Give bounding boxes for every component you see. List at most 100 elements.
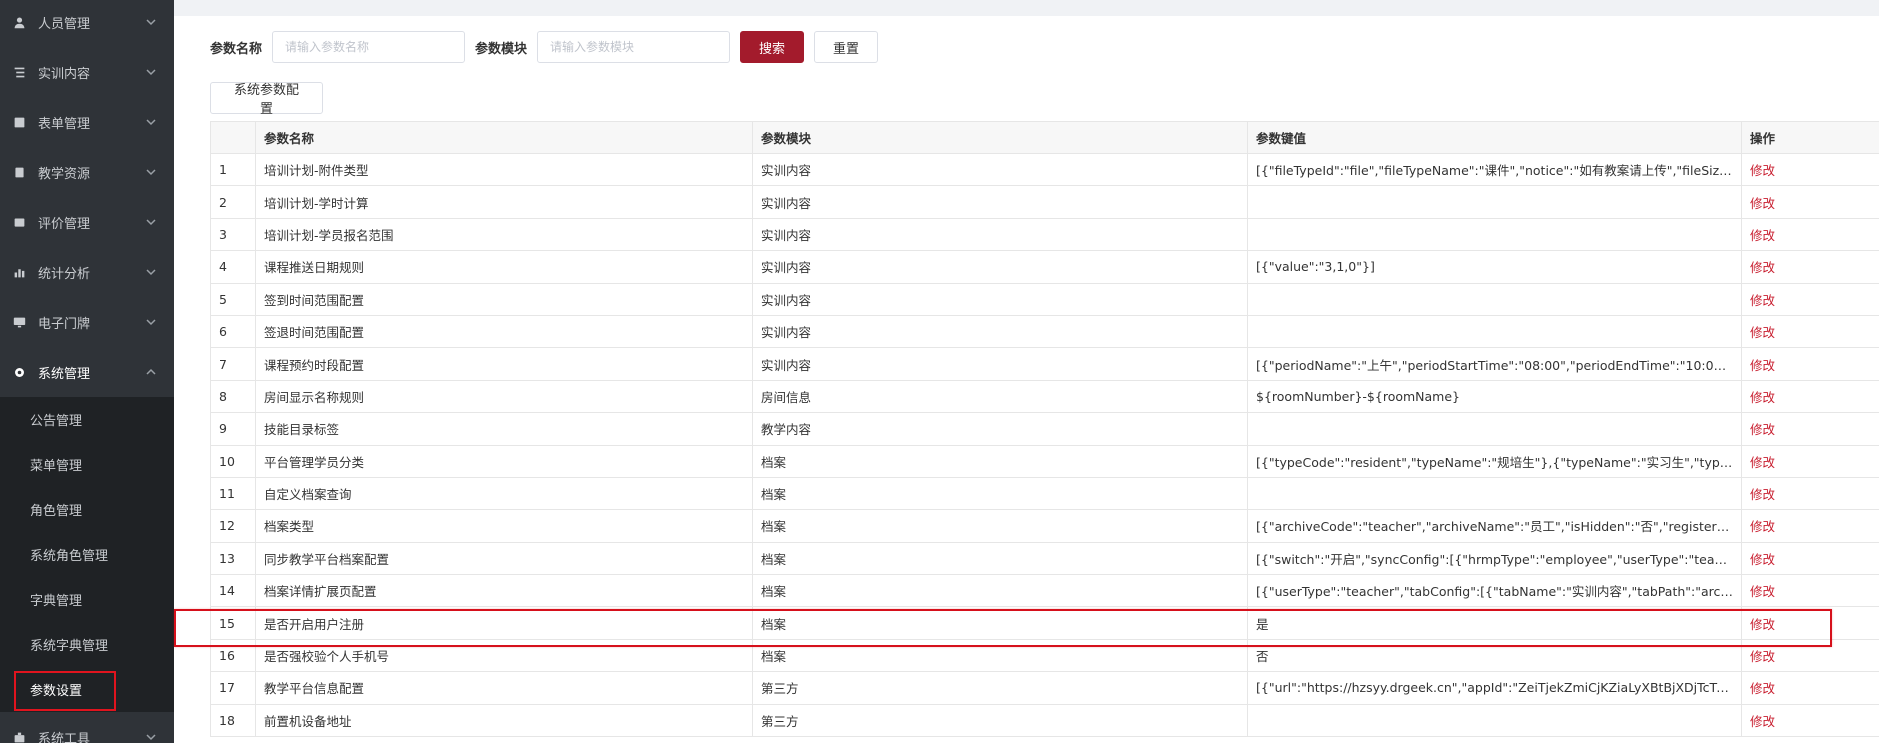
cell-index: 17 <box>210 671 256 705</box>
system-param-config-button[interactable]: 系统参数配置 <box>210 82 323 117</box>
cell-param-name: 档案类型 <box>255 509 753 543</box>
cell-index: 18 <box>210 703 256 738</box>
user-icon <box>12 15 26 29</box>
table-row: 16 是否强校验个人手机号 档案否修改 <box>210 638 1879 673</box>
cell-index: 1 <box>210 152 256 187</box>
submenu-item-label: 系统字典管理 <box>30 639 109 654</box>
sidebar-item-personnel[interactable]: 人员管理 <box>0 0 174 47</box>
submenu-item-menu[interactable]: 菜单管理 <box>0 442 174 487</box>
cell-param-value: [{"switch":"开启","syncConfig":[{"hrmpType… <box>1247 541 1742 576</box>
sidebar-item-system[interactable]: 系统管理 <box>0 347 174 397</box>
edit-link[interactable]: 修改 <box>1750 714 1775 729</box>
cell-param-name: 技能目录标签 <box>255 412 753 446</box>
cell-index: 15 <box>210 606 256 640</box>
table-header-row: 参数名称 参数模块 参数键值 操作 <box>210 121 1879 154</box>
table-row: 5 签到时间范围配置 实训内容 修改 <box>210 282 1879 316</box>
edit-link[interactable]: 修改 <box>1750 649 1775 664</box>
edit-link[interactable]: 修改 <box>1750 422 1775 437</box>
cell-index: 9 <box>210 412 256 446</box>
chevron-down-icon <box>146 16 156 26</box>
cell-param-name: 课程预约时段配置 <box>255 347 753 381</box>
sidebar-item-tools[interactable]: 系统工具 <box>0 712 174 743</box>
cell-operation: 修改 <box>1741 152 1879 187</box>
cell-operation: 修改 <box>1741 217 1879 252</box>
form-icon <box>12 115 26 129</box>
sidebar-item-forms[interactable]: 表单管理 <box>0 97 174 147</box>
edit-link[interactable]: 修改 <box>1750 196 1775 211</box>
submenu-item-dictionary[interactable]: 字典管理 <box>0 577 174 622</box>
edit-link[interactable]: 修改 <box>1750 617 1775 632</box>
sidebar-item-label: 教学资源 <box>38 166 91 182</box>
cell-operation: 修改 <box>1741 476 1879 511</box>
submenu-item-parameter-settings[interactable]: 参数设置 <box>0 667 174 712</box>
cell-index: 12 <box>210 509 256 543</box>
header-param-name: 参数名称 <box>255 121 753 154</box>
monitor-icon <box>12 315 26 329</box>
sidebar-item-resources[interactable]: 教学资源 <box>0 147 174 197</box>
cell-operation: 修改 <box>1741 509 1879 543</box>
cell-param-value: [{"url":"https://hzsyy.drgeek.cn","appId… <box>1247 671 1742 705</box>
cell-param-name: 签到时间范围配置 <box>255 282 753 316</box>
edit-link[interactable]: 修改 <box>1750 163 1775 178</box>
table-row: 6 签退时间范围配置 实训内容 修改 <box>210 314 1879 349</box>
cell-param-module: 档案 <box>752 638 1248 673</box>
cell-param-module: 档案 <box>752 574 1248 608</box>
edit-link[interactable]: 修改 <box>1750 228 1775 243</box>
cell-param-name: 档案详情扩展页配置 <box>255 574 753 608</box>
cell-operation: 修改 <box>1741 541 1879 576</box>
cell-operation: 修改 <box>1741 638 1879 673</box>
cell-param-value: [{"value":"3,1,0"}] <box>1247 250 1742 284</box>
evaluate-icon <box>12 215 26 229</box>
cell-param-value <box>1247 314 1742 349</box>
search-button[interactable]: 搜索 <box>740 31 805 63</box>
edit-link[interactable]: 修改 <box>1750 325 1775 340</box>
edit-link[interactable]: 修改 <box>1750 293 1775 308</box>
submenu-item-role[interactable]: 角色管理 <box>0 487 174 532</box>
submenu-item-label: 公告管理 <box>30 414 83 429</box>
submenu-item-announcement[interactable]: 公告管理 <box>0 397 174 442</box>
highlight-box <box>14 671 116 711</box>
cell-param-value: [{"archiveCode":"teacher","archiveName":… <box>1247 509 1742 543</box>
cell-param-module: 实训内容 <box>752 185 1248 219</box>
table-row: 15 是否开启用户注册 档案是修改 <box>210 606 1879 640</box>
table-row: 2 培训计划-学时计算 实训内容 修改 <box>210 185 1879 219</box>
cell-param-value <box>1247 282 1742 316</box>
cell-param-module: 教学内容 <box>752 412 1248 446</box>
edit-link[interactable]: 修改 <box>1750 552 1775 567</box>
chevron-down-icon <box>146 66 156 76</box>
reset-button[interactable]: 重置 <box>814 31 879 63</box>
submenu-item-label: 角色管理 <box>30 504 83 519</box>
edit-link[interactable]: 修改 <box>1750 455 1775 470</box>
cell-index: 6 <box>210 314 256 349</box>
param-module-input[interactable] <box>537 31 731 63</box>
edit-link[interactable]: 修改 <box>1750 584 1775 599</box>
cell-param-module: 实训内容 <box>752 282 1248 316</box>
param-module-label: 参数模块 <box>475 41 528 57</box>
edit-link[interactable]: 修改 <box>1750 519 1775 534</box>
sidebar-item-statistics[interactable]: 统计分析 <box>0 247 174 297</box>
cell-param-module: 实训内容 <box>752 314 1248 349</box>
cell-operation: 修改 <box>1741 671 1879 705</box>
list-icon <box>12 65 26 79</box>
submenu-item-system-role[interactable]: 系统角色管理 <box>0 532 174 577</box>
table-row: 10 平台管理学员分类 档案 [{"typeCode":"resident","typ… <box>210 444 1879 478</box>
cell-param-module: 实训内容 <box>752 217 1248 252</box>
edit-link[interactable]: 修改 <box>1750 390 1775 405</box>
header-operation: 操作 <box>1741 121 1879 154</box>
sidebar-item-label: 评价管理 <box>38 216 91 232</box>
cell-param-value <box>1247 412 1742 446</box>
edit-link[interactable]: 修改 <box>1750 487 1775 502</box>
cell-operation: 修改 <box>1741 606 1879 640</box>
sidebar-item-evaluation[interactable]: 评价管理 <box>0 197 174 247</box>
edit-link[interactable]: 修改 <box>1750 260 1775 275</box>
cell-operation: 修改 <box>1741 412 1879 446</box>
edit-link[interactable]: 修改 <box>1750 358 1775 373</box>
cell-param-name: 自定义档案查询 <box>255 476 753 511</box>
cell-param-name: 房间显示名称规则 <box>255 379 753 414</box>
submenu-item-system-dictionary[interactable]: 系统字典管理 <box>0 622 174 667</box>
sidebar-item-training[interactable]: 实训内容 <box>0 47 174 97</box>
param-name-input[interactable] <box>272 31 466 63</box>
table-row: 17 教学平台信息配置 第三方 [{"url":"https://hzsyy.drge… <box>210 671 1879 705</box>
edit-link[interactable]: 修改 <box>1750 681 1775 696</box>
sidebar-item-doorplate[interactable]: 电子门牌 <box>0 297 174 347</box>
